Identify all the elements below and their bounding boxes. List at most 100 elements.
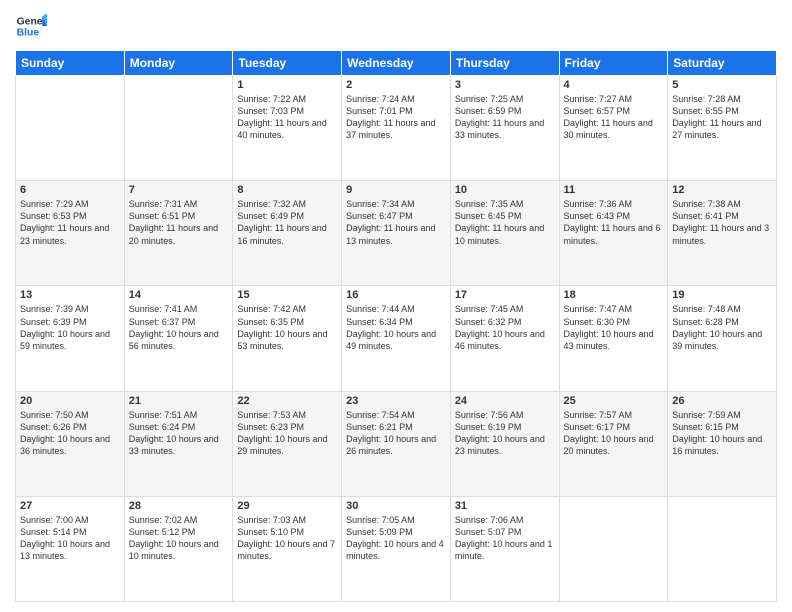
day-number: 2 — [346, 79, 446, 91]
day-number: 27 — [20, 500, 120, 512]
cell-content: Sunrise: 7:03 AMSunset: 5:10 PMDaylight:… — [237, 514, 337, 563]
day-number: 15 — [237, 289, 337, 301]
calendar-cell: 26Sunrise: 7:59 AMSunset: 6:15 PMDayligh… — [668, 391, 777, 496]
calendar-week-row: 20Sunrise: 7:50 AMSunset: 6:26 PMDayligh… — [16, 391, 777, 496]
calendar-cell: 23Sunrise: 7:54 AMSunset: 6:21 PMDayligh… — [342, 391, 451, 496]
cell-content: Sunrise: 7:00 AMSunset: 5:14 PMDaylight:… — [20, 514, 120, 563]
day-number: 25 — [564, 395, 664, 407]
calendar-cell: 1 Sunrise: 7:22 AMSunset: 7:03 PMDaylight… — [233, 76, 342, 181]
cell-content: Sunrise: 7:53 AMSunset: 6:23 PMDaylight:… — [237, 409, 337, 458]
day-number: 10 — [455, 184, 555, 196]
calendar-cell — [16, 76, 125, 181]
day-number: 22 — [237, 395, 337, 407]
cell-content: Sunrise: 7:22 AMSunset: 7:03 PMDaylight:… — [237, 93, 337, 142]
calendar-cell: 31 Sunrise: 7:06 AMSunset: 5:07 PMDayligh… — [450, 496, 559, 601]
cell-content: Sunrise: 7:32 AMSunset: 6:49 PMDaylight:… — [237, 198, 337, 247]
day-number: 6 — [20, 184, 120, 196]
calendar-cell: 24 Sunrise: 7:56 AMSunset: 6:19 PMDayligh… — [450, 391, 559, 496]
calendar-cell: 13 Sunrise: 7:39 AMSunset: 6:39 PMDayligh… — [16, 286, 125, 391]
calendar-cell: 6 Sunrise: 7:29 AMSunset: 6:53 PMDaylight… — [16, 181, 125, 286]
calendar-cell: 14Sunrise: 7:41 AMSunset: 6:37 PMDayligh… — [124, 286, 233, 391]
cell-content: Sunrise: 7:39 AMSunset: 6:39 PMDaylight:… — [20, 303, 120, 352]
calendar-cell: 16 Sunrise: 7:44 AMSunset: 6:34 PMDayligh… — [342, 286, 451, 391]
day-number: 13 — [20, 289, 120, 301]
day-number: 24 — [455, 395, 555, 407]
header-sunday: Sunday — [16, 51, 125, 76]
calendar-week-row: 1 Sunrise: 7:22 AMSunset: 7:03 PMDaylight… — [16, 76, 777, 181]
cell-content: Sunrise: 7:02 AMSunset: 5:12 PMDaylight:… — [129, 514, 229, 563]
page: General Blue Sunday Monday Tuesday Wedne… — [0, 0, 792, 612]
cell-content: Sunrise: 7:28 AMSunset: 6:55 PMDaylight:… — [672, 93, 772, 142]
header-wednesday: Wednesday — [342, 51, 451, 76]
calendar-cell: 2Sunrise: 7:24 AMSunset: 7:01 PMDaylight… — [342, 76, 451, 181]
cell-content: Sunrise: 7:45 AMSunset: 6:32 PMDaylight:… — [455, 303, 555, 352]
calendar-cell — [124, 76, 233, 181]
day-number: 30 — [346, 500, 446, 512]
calendar-cell: 29 Sunrise: 7:03 AMSunset: 5:10 PMDayligh… — [233, 496, 342, 601]
day-number: 28 — [129, 500, 229, 512]
calendar-table: Sunday Monday Tuesday Wednesday Thursday… — [15, 50, 777, 602]
day-number: 31 — [455, 500, 555, 512]
day-number: 9 — [346, 184, 446, 196]
header-tuesday: Tuesday — [233, 51, 342, 76]
day-number: 16 — [346, 289, 446, 301]
calendar-week-row: 13 Sunrise: 7:39 AMSunset: 6:39 PMDayligh… — [16, 286, 777, 391]
day-number: 8 — [237, 184, 337, 196]
calendar-week-row: 6 Sunrise: 7:29 AMSunset: 6:53 PMDaylight… — [16, 181, 777, 286]
cell-content: Sunrise: 7:56 AMSunset: 6:19 PMDaylight:… — [455, 409, 555, 458]
cell-content: Sunrise: 7:06 AMSunset: 5:07 PMDaylight:… — [455, 514, 555, 563]
calendar-header-row: Sunday Monday Tuesday Wednesday Thursday… — [16, 51, 777, 76]
cell-content: Sunrise: 7:44 AMSunset: 6:34 PMDaylight:… — [346, 303, 446, 352]
calendar-cell: 19 Sunrise: 7:48 AMSunset: 6:28 PMDayligh… — [668, 286, 777, 391]
day-number: 11 — [564, 184, 664, 196]
header-friday: Friday — [559, 51, 668, 76]
calendar-cell: 7 Sunrise: 7:31 AMSunset: 6:51 PMDaylight… — [124, 181, 233, 286]
cell-content: Sunrise: 7:59 AMSunset: 6:15 PMDaylight:… — [672, 409, 772, 458]
logo-icon: General Blue — [15, 10, 47, 42]
cell-content: Sunrise: 7:47 AMSunset: 6:30 PMDaylight:… — [564, 303, 664, 352]
day-number: 18 — [564, 289, 664, 301]
header-monday: Monday — [124, 51, 233, 76]
day-number: 7 — [129, 184, 229, 196]
cell-content: Sunrise: 7:51 AMSunset: 6:24 PMDaylight:… — [129, 409, 229, 458]
header-thursday: Thursday — [450, 51, 559, 76]
cell-content: Sunrise: 7:35 AMSunset: 6:45 PMDaylight:… — [455, 198, 555, 247]
day-number: 1 — [237, 79, 337, 91]
cell-content: Sunrise: 7:31 AMSunset: 6:51 PMDaylight:… — [129, 198, 229, 247]
day-number: 4 — [564, 79, 664, 91]
header: General Blue — [15, 10, 777, 42]
calendar-cell: 27 Sunrise: 7:00 AMSunset: 5:14 PMDayligh… — [16, 496, 125, 601]
day-number: 17 — [455, 289, 555, 301]
calendar-week-row: 27 Sunrise: 7:00 AMSunset: 5:14 PMDayligh… — [16, 496, 777, 601]
cell-content: Sunrise: 7:05 AMSunset: 5:09 PMDaylight:… — [346, 514, 446, 563]
calendar-cell: 18 Sunrise: 7:47 AMSunset: 6:30 PMDayligh… — [559, 286, 668, 391]
cell-content: Sunrise: 7:57 AMSunset: 6:17 PMDaylight:… — [564, 409, 664, 458]
calendar-cell: 8 Sunrise: 7:32 AMSunset: 6:49 PMDaylight… — [233, 181, 342, 286]
calendar-cell: 9 Sunrise: 7:34 AMSunset: 6:47 PMDaylight… — [342, 181, 451, 286]
calendar-cell: 11 Sunrise: 7:36 AMSunset: 6:43 PMDayligh… — [559, 181, 668, 286]
calendar-cell: 10 Sunrise: 7:35 AMSunset: 6:45 PMDayligh… — [450, 181, 559, 286]
calendar-cell: 15Sunrise: 7:42 AMSunset: 6:35 PMDayligh… — [233, 286, 342, 391]
day-number: 3 — [455, 79, 555, 91]
cell-content: Sunrise: 7:36 AMSunset: 6:43 PMDaylight:… — [564, 198, 664, 247]
calendar-cell: 28 Sunrise: 7:02 AMSunset: 5:12 PMDayligh… — [124, 496, 233, 601]
day-number: 29 — [237, 500, 337, 512]
calendar-cell: 30 Sunrise: 7:05 AMSunset: 5:09 PMDayligh… — [342, 496, 451, 601]
logo: General Blue — [15, 10, 47, 42]
day-number: 19 — [672, 289, 772, 301]
calendar-cell — [559, 496, 668, 601]
calendar-cell — [668, 496, 777, 601]
calendar-cell: 25 Sunrise: 7:57 AMSunset: 6:17 PMDayligh… — [559, 391, 668, 496]
calendar-cell: 3 Sunrise: 7:25 AMSunset: 6:59 PMDaylight… — [450, 76, 559, 181]
cell-content: Sunrise: 7:48 AMSunset: 6:28 PMDaylight:… — [672, 303, 772, 352]
cell-content: Sunrise: 7:29 AMSunset: 6:53 PMDaylight:… — [20, 198, 120, 247]
calendar-cell: 4Sunrise: 7:27 AMSunset: 6:57 PMDaylight… — [559, 76, 668, 181]
cell-content: Sunrise: 7:38 AMSunset: 6:41 PMDaylight:… — [672, 198, 772, 247]
cell-content: Sunrise: 7:34 AMSunset: 6:47 PMDaylight:… — [346, 198, 446, 247]
calendar-cell: 12Sunrise: 7:38 AMSunset: 6:41 PMDayligh… — [668, 181, 777, 286]
calendar-cell: 5Sunrise: 7:28 AMSunset: 6:55 PMDaylight… — [668, 76, 777, 181]
calendar-cell: 20Sunrise: 7:50 AMSunset: 6:26 PMDayligh… — [16, 391, 125, 496]
calendar-cell: 22 Sunrise: 7:53 AMSunset: 6:23 PMDayligh… — [233, 391, 342, 496]
cell-content: Sunrise: 7:25 AMSunset: 6:59 PMDaylight:… — [455, 93, 555, 142]
calendar-cell: 17 Sunrise: 7:45 AMSunset: 6:32 PMDayligh… — [450, 286, 559, 391]
